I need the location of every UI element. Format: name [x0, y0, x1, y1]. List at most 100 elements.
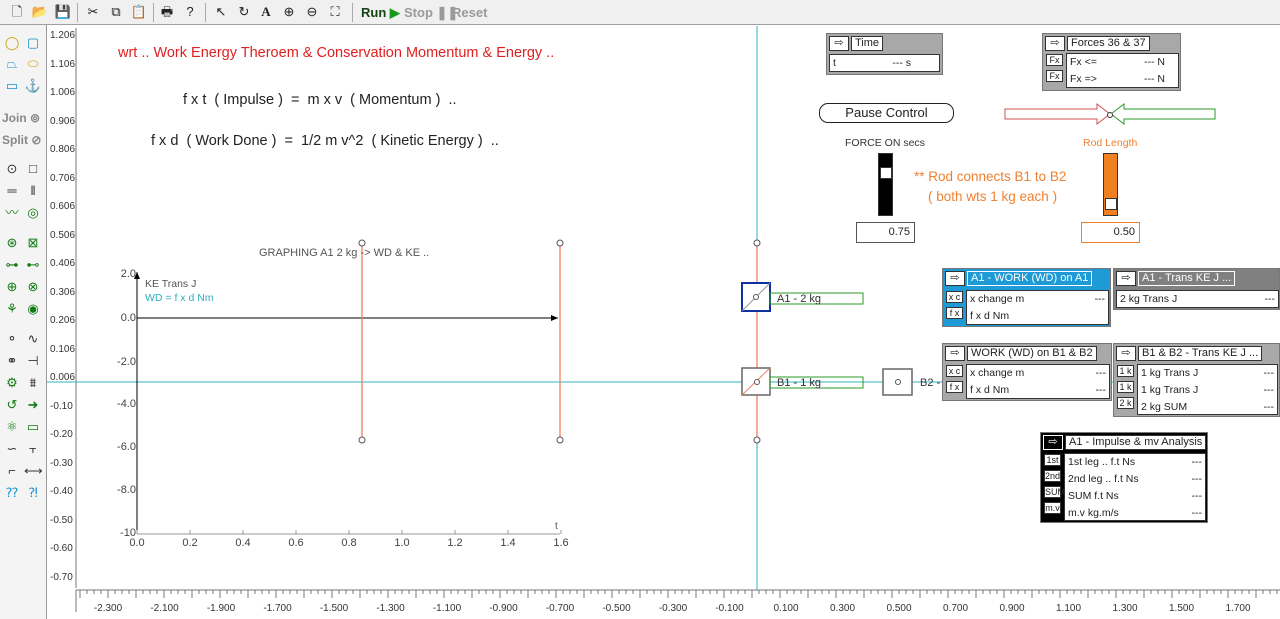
ruler-tick-label: -1.900 [206, 603, 236, 614]
arrow-icon[interactable]: ⇨ [1043, 435, 1063, 450]
panel-title: A1 - WORK (WD) on A1 [967, 271, 1093, 286]
graph-x-unit: t [555, 521, 558, 532]
row-tag[interactable]: 1 k [1117, 381, 1134, 393]
arrow-icon[interactable]: ⇨ [945, 271, 965, 286]
panel-title: WORK (WD) on B1 & B2 [967, 346, 1097, 361]
impulse-panel[interactable]: ⇨ A1 - Impulse & mv Analysis 1st 2nd SUM … [1040, 432, 1208, 523]
ruler-tick-label: 0.100 [773, 603, 799, 614]
graph-title: GRAPHING A1 2 kg -> WD & KE .. [259, 247, 430, 259]
row-tag[interactable]: 2nd [1044, 470, 1061, 482]
ruler-tick-label: 1.500 [1168, 603, 1195, 614]
arrow-icon[interactable]: ⇨ [1045, 36, 1065, 51]
ruler-tick-label: 1.700 [1225, 603, 1251, 614]
rod-note-line2: ( both wts 1 kg each ) [928, 189, 1058, 204]
row-tag[interactable]: Fx [1046, 54, 1063, 66]
list-item: f x d Nm --- [970, 384, 1106, 396]
a1-ke-panel[interactable]: ⇨ A1 - Trans KE J ... 2 kg Trans J --- [1113, 268, 1280, 310]
ruler-tick-label: 0.900 [999, 603, 1025, 614]
ruler-tick-label: -0.100 [715, 603, 744, 614]
graph-x-tick-label: 1.6 [553, 537, 569, 549]
row-tag[interactable]: f x [946, 381, 963, 393]
list-item: x change m --- [970, 293, 1105, 305]
graph-legend-wd: WD = f x d Nm [145, 292, 214, 304]
list-item: x change m --- [970, 367, 1106, 379]
ruler-tick-label: -0.500 [602, 603, 631, 614]
slider-knob[interactable] [1105, 198, 1117, 210]
graph-x-tick-label: 0.6 [288, 537, 304, 549]
rod-length-value[interactable]: 0.50 [1081, 222, 1140, 243]
force-on-slider[interactable] [878, 153, 893, 216]
row-tag[interactable]: Fx [1046, 70, 1063, 82]
b-work-panel[interactable]: ⇨ WORK (WD) on B1 & B2 x c f x x change m… [942, 343, 1112, 401]
arrow-icon[interactable]: ⇨ [1116, 346, 1136, 361]
graph-y-tick-label: -2.0 [117, 356, 136, 368]
ruler-tick-label: -1.700 [263, 603, 292, 614]
forces-panel[interactable]: ⇨ Forces 36 & 37 Fx Fx Fx <= --- N Fx => --… [1042, 33, 1181, 91]
list-item: Fx <= --- N [1070, 56, 1165, 68]
graph-y-tick-label: 0.0 [120, 312, 136, 324]
ruler-tick-label: 1.300 [1112, 603, 1138, 614]
ruler-tick-label: 0.500 [886, 603, 912, 614]
row-tag[interactable]: 1st [1044, 454, 1061, 466]
row-tag[interactable]: x c [946, 365, 963, 377]
list-item: 1 kg Trans J --- [1141, 384, 1274, 396]
row-tag[interactable]: 1 k [1117, 365, 1134, 377]
graph-y-tick-label: 2.0 [120, 268, 136, 280]
row-tag[interactable]: SUM [1044, 486, 1065, 498]
ruler-tick-label: 1.100 [1055, 603, 1082, 614]
body-a1-label: A1 - 2 kg [777, 293, 822, 305]
panel-title: Forces 36 & 37 [1067, 36, 1150, 51]
graph-x-tick-label: 1.0 [394, 537, 410, 549]
ruler-tick-label: -1.300 [376, 603, 405, 614]
panel-title: Time [851, 36, 884, 51]
ruler-tick-label: -0.300 [658, 603, 688, 614]
arrow-icon[interactable]: ⇨ [1116, 271, 1136, 286]
equation-impulse: f x t ( Impulse ) = m x v ( Momentum ) .… [183, 92, 457, 108]
time-row: t --- s [833, 57, 911, 69]
list-item: f x d Nm [970, 310, 1010, 322]
ruler-tick-label: -1.500 [319, 603, 349, 614]
pause-control-button[interactable]: Pause Control [819, 103, 954, 123]
row-tag[interactable]: x c [946, 291, 963, 303]
graph-legend-ke: KE Trans J [145, 278, 197, 290]
force-right-arrow [1110, 102, 1216, 126]
arrow-icon[interactable]: ⇨ [945, 346, 965, 361]
graph-x-tick-label: 0.4 [235, 537, 251, 549]
ruler-tick-label: 0.300 [829, 603, 856, 614]
row-tag[interactable]: f x [946, 307, 963, 319]
arrow-icon[interactable]: ⇨ [829, 36, 849, 51]
ruler-tick-label: 0.700 [942, 603, 969, 614]
graph-x-tick-label: 1.2 [447, 537, 463, 549]
page-title: wrt .. Work Energy Theroem & Conservatio… [118, 45, 555, 61]
panel-title: B1 & B2 - Trans KE J ... [1138, 346, 1263, 361]
graph-x-tick-label: 0.8 [341, 537, 357, 549]
force-left-arrow [1004, 102, 1111, 126]
ruler-tick-label: -2.100 [150, 603, 179, 614]
b-ke-panel[interactable]: ⇨ B1 & B2 - Trans KE J ... 1 k 1 k 2 k 1 … [1113, 343, 1280, 417]
list-item: 1st leg .. f.t Ns --- [1068, 456, 1202, 468]
panel-title: A1 - Impulse & mv Analysis [1065, 435, 1207, 450]
rod-note-line1: ** Rod connects B1 to B2 [914, 169, 1067, 184]
ruler-tick-label: -0.900 [489, 603, 518, 614]
slider-knob[interactable] [880, 167, 892, 179]
ruler-tick-label: -1.100 [432, 603, 462, 614]
equation-work: f x d ( Work Done ) = 1/2 m v^2 ( Kineti… [151, 133, 499, 149]
ruler-tick-label: -0.700 [545, 603, 575, 614]
graph-y-tick-label: -8.0 [117, 484, 136, 496]
graph-x-tick-label: 1.4 [500, 537, 516, 549]
ruler-tick-label: -2.300 [93, 603, 123, 614]
row-tag[interactable]: 2 k [1117, 397, 1134, 409]
list-item: SUM f.t Ns --- [1068, 490, 1202, 502]
time-panel[interactable]: ⇨ Time t --- s [826, 33, 943, 75]
force-on-value[interactable]: 0.75 [856, 222, 915, 243]
graph-plot [134, 239, 564, 535]
list-item: Fx => --- N [1070, 73, 1165, 85]
list-item: m.v kg.m/s --- [1068, 507, 1202, 519]
body-b1-label: B1 - 1 kg [777, 377, 822, 389]
force-on-label: FORCE ON secs [845, 137, 925, 149]
row-tag[interactable]: m.v [1044, 502, 1061, 514]
rod-length-slider[interactable] [1103, 153, 1118, 216]
graph-y-tick-label: -4.0 [117, 398, 136, 410]
a1-work-panel[interactable]: ⇨ A1 - WORK (WD) on A1 x c f x x change m… [942, 268, 1111, 327]
list-item: 2 kg SUM --- [1141, 401, 1274, 413]
